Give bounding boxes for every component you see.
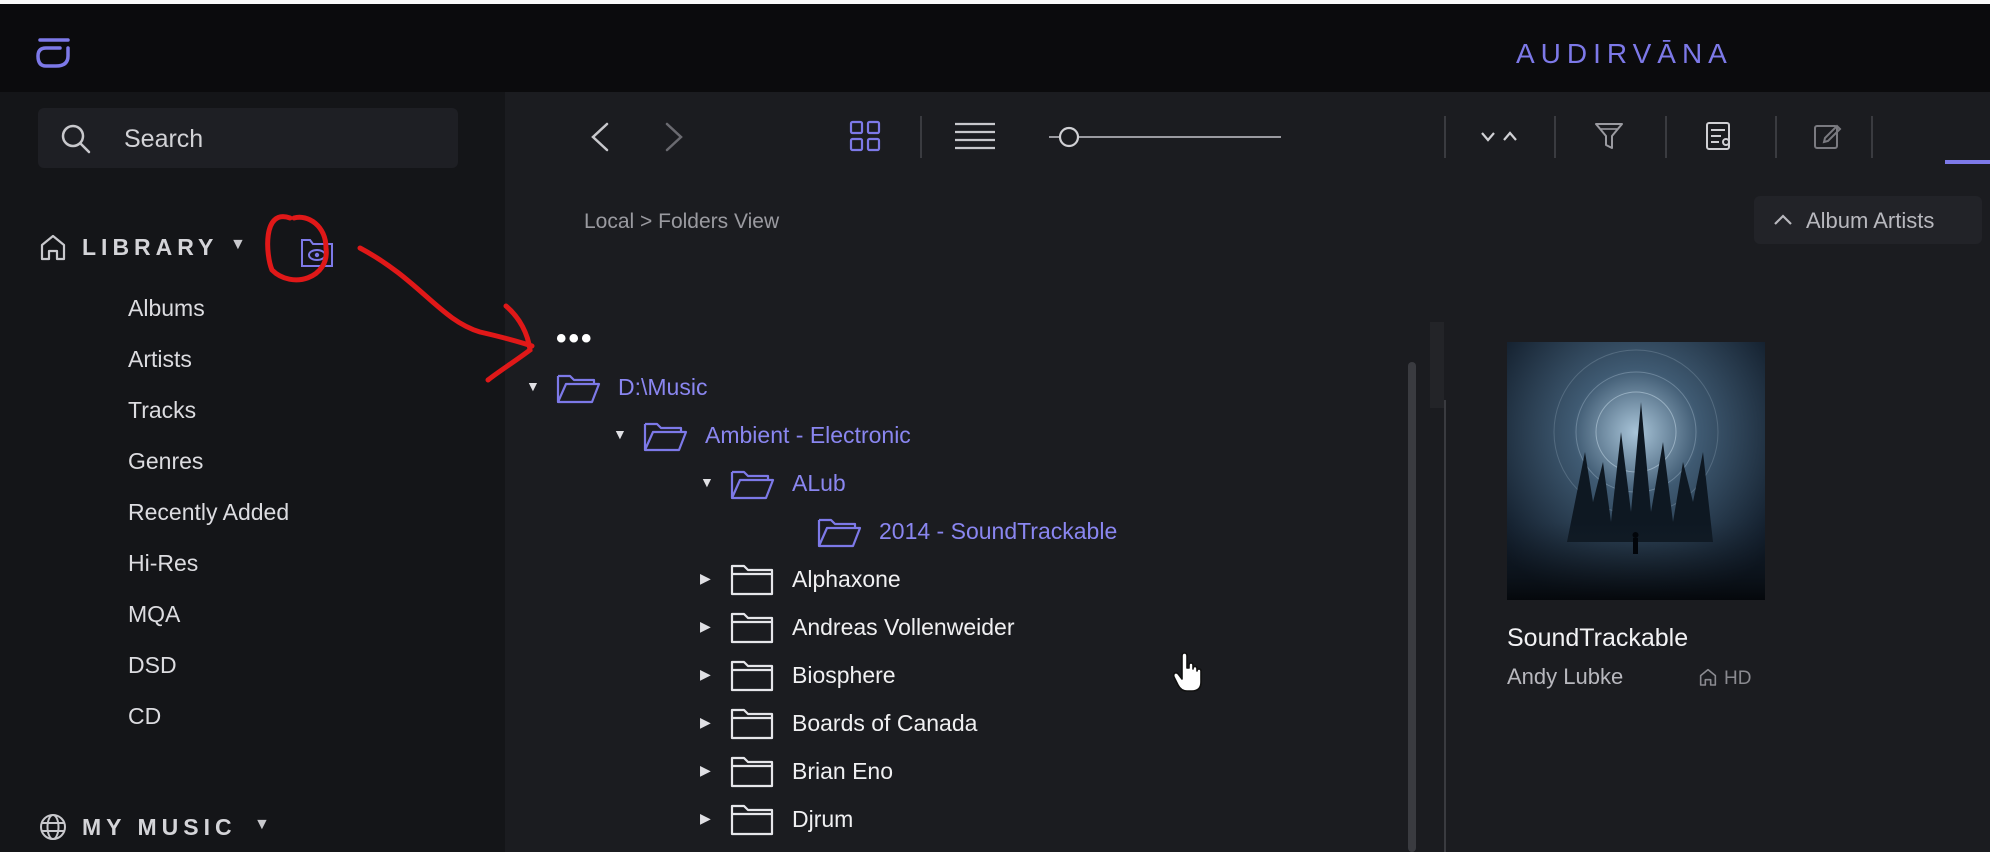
folder-view-icon[interactable]	[278, 230, 358, 274]
filter-icon[interactable]	[1593, 120, 1625, 152]
globe-icon	[40, 814, 66, 840]
collapsed-arrow-icon[interactable]: ▶	[700, 762, 711, 779]
sidebar-item-dsd[interactable]: DSD	[128, 649, 177, 681]
zoom-slider[interactable]	[1047, 122, 1285, 152]
sidebar-item-tracks[interactable]: Tracks	[128, 394, 196, 426]
toolbar	[505, 92, 1990, 184]
collapsed-arrow-icon[interactable]: ▶	[700, 618, 711, 635]
sort-by-label: Album Artists	[1806, 208, 1935, 233]
folder-icon	[730, 612, 774, 644]
edit-icon[interactable]	[1811, 120, 1843, 152]
folder-icon	[730, 564, 774, 596]
track-list-icon[interactable]	[1703, 120, 1735, 152]
search-icon	[61, 124, 91, 154]
folder-icon	[730, 660, 774, 692]
sidebar: Search LIBRARY ▼ Albums Artists Tracks G…	[0, 92, 505, 852]
parent-folder-button[interactable]: •••	[556, 322, 594, 356]
search-placeholder: Search	[124, 125, 204, 153]
album-cover-image[interactable]	[1507, 342, 1765, 600]
open-folder-icon	[817, 518, 862, 548]
library-section-header[interactable]: LIBRARY ▼	[38, 230, 378, 270]
sort-toggle-icon[interactable]	[1478, 126, 1524, 148]
open-folder-icon	[643, 422, 688, 452]
expanded-arrow-icon[interactable]: ▼	[700, 474, 714, 490]
folder-icon	[730, 756, 774, 788]
sidebar-item-hi-res[interactable]: Hi-Res	[128, 547, 198, 579]
folder-name: 2014 - SoundTrackable	[879, 518, 1118, 544]
collapsed-arrow-icon[interactable]: ▶	[700, 666, 711, 683]
collapsed-arrow-icon[interactable]: ▶	[700, 810, 711, 827]
home-icon	[40, 234, 66, 261]
title-bar: AUDIRVĀNA	[0, 0, 1990, 92]
active-tab-indicator	[1945, 160, 1990, 164]
album-title[interactable]: SoundTrackable	[1507, 624, 1688, 653]
folder-icon	[730, 708, 774, 740]
home-icon	[1699, 668, 1717, 686]
sidebar-item-recently-added[interactable]: Recently Added	[128, 496, 289, 528]
chevron-down-icon[interactable]: ▼	[254, 816, 270, 834]
app-logo-icon[interactable]	[34, 34, 74, 70]
sort-by-button[interactable]: Album Artists	[1754, 196, 1982, 244]
folder-name: Ambient - Electronic	[705, 422, 911, 448]
forward-arrow-icon[interactable]	[661, 120, 687, 154]
sidebar-item-genres[interactable]: Genres	[128, 445, 203, 477]
folder-name: D:\Music	[618, 374, 708, 400]
folder-name: Djrum	[792, 806, 854, 832]
back-arrow-icon[interactable]	[587, 120, 613, 154]
collapsed-arrow-icon[interactable]: ▶	[700, 570, 711, 587]
folder-name: ALub	[792, 470, 846, 496]
panel-divider	[1444, 400, 1446, 852]
open-folder-icon	[556, 374, 601, 404]
open-folder-icon	[730, 470, 775, 500]
chevron-down-icon[interactable]: ▼	[230, 236, 246, 254]
folder-name: Alphaxone	[792, 566, 901, 592]
quality-badge: HD	[1698, 664, 1751, 690]
panel-resize-handle[interactable]	[1430, 322, 1444, 408]
folder-name: Andreas Vollenweider	[792, 614, 1015, 640]
tree-scrollbar[interactable]	[1408, 362, 1416, 852]
my-music-label: MY MUSIC	[82, 814, 237, 840]
breadcrumb: Local > Folders View	[584, 210, 780, 233]
collapsed-arrow-icon[interactable]: ▶	[700, 714, 711, 731]
folder-name: Biosphere	[792, 662, 896, 688]
chevron-up-icon	[1774, 214, 1792, 225]
quality-label: HD	[1724, 668, 1752, 689]
sidebar-item-albums[interactable]: Albums	[128, 292, 205, 324]
brand-logo-text: AUDIRVĀNA	[1516, 38, 1733, 69]
library-label: LIBRARY	[82, 234, 219, 260]
search-input[interactable]: Search	[38, 108, 458, 168]
sidebar-item-mqa[interactable]: MQA	[128, 598, 180, 630]
my-music-section-header[interactable]: MY MUSIC ▼	[38, 808, 378, 848]
grid-view-icon[interactable]	[849, 120, 881, 152]
sidebar-item-artists[interactable]: Artists	[128, 343, 192, 375]
expanded-arrow-icon[interactable]: ▼	[526, 378, 540, 394]
list-view-icon[interactable]	[953, 120, 997, 152]
expanded-arrow-icon[interactable]: ▼	[613, 426, 627, 442]
folder-icon	[730, 804, 774, 836]
folder-name: Brian Eno	[792, 758, 894, 784]
sidebar-item-cd[interactable]: CD	[128, 700, 161, 732]
hand-cursor-icon	[1172, 652, 1202, 692]
folder-name: Boards of Canada	[792, 710, 978, 736]
album-artist[interactable]: Andy Lubke	[1507, 664, 1623, 690]
